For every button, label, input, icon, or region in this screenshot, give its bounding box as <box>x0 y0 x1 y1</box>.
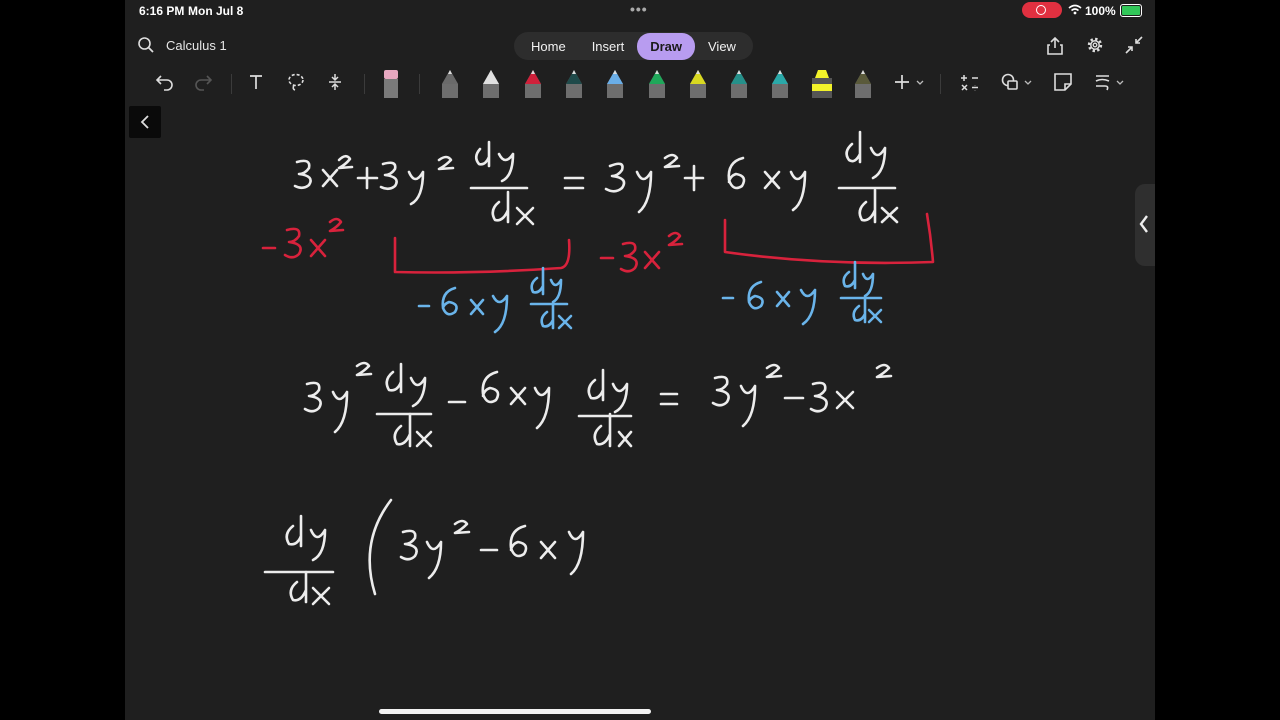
pen-cyan-icon[interactable] <box>769 68 791 100</box>
status-date: Mon Jul 8 <box>188 4 244 18</box>
pen-dark-teal-icon[interactable] <box>563 68 585 100</box>
toolbar-divider <box>419 74 420 94</box>
wifi-icon <box>1068 4 1082 15</box>
ink-white-strokes <box>263 130 899 606</box>
battery-percent: 100% <box>1085 4 1116 18</box>
handwriting-layer <box>261 130 935 606</box>
pen-green-icon[interactable] <box>646 68 668 100</box>
tab-home[interactable]: Home <box>518 33 579 60</box>
shapes-icon[interactable] <box>1000 72 1034 92</box>
ink-to-math-icon[interactable] <box>959 72 981 92</box>
text-tool-icon[interactable] <box>247 72 265 92</box>
share-icon[interactable] <box>1046 36 1064 56</box>
ink-red-strokes <box>261 212 935 274</box>
tab-view[interactable]: View <box>695 33 749 60</box>
status-bar: 6:16 PM Mon Jul 8 ••• 100% <box>125 0 1155 22</box>
pen-teal-icon[interactable] <box>728 68 750 100</box>
toolbar-divider <box>940 74 941 94</box>
redo-icon[interactable] <box>193 72 213 92</box>
lasso-select-icon[interactable] <box>286 72 306 92</box>
pen-olive-icon[interactable] <box>852 68 874 100</box>
notes-app: 6:16 PM Mon Jul 8 ••• 100% Calculus 1 Ho… <box>125 0 1155 720</box>
document-title[interactable]: Calculus 1 <box>166 38 227 53</box>
toolbar-divider <box>364 74 365 94</box>
highlighter-yellow-icon[interactable] <box>811 68 833 100</box>
settings-gear-icon[interactable] <box>1086 36 1104 54</box>
home-indicator[interactable] <box>379 709 651 714</box>
note-canvas[interactable] <box>125 102 1155 720</box>
tab-draw[interactable]: Draw <box>637 32 695 60</box>
pen-yellow-icon[interactable] <box>687 68 709 100</box>
pen-light-blue-icon[interactable] <box>604 68 626 100</box>
collapse-arrows-icon[interactable] <box>1125 36 1143 54</box>
tab-insert[interactable]: Insert <box>579 33 638 60</box>
screen-recording-icon[interactable] <box>1022 2 1062 18</box>
status-time: 6:16 PM <box>139 4 185 18</box>
search-icon[interactable] <box>137 36 155 54</box>
multitasking-dots-icon[interactable]: ••• <box>630 1 648 17</box>
undo-icon[interactable] <box>155 72 175 92</box>
pen-white-icon[interactable] <box>480 68 502 100</box>
battery-icon <box>1120 4 1142 17</box>
add-pen-icon[interactable] <box>893 72 925 92</box>
eraser-icon[interactable] <box>381 68 401 100</box>
pencil-tool-icon[interactable] <box>439 68 461 100</box>
draw-toolbar <box>125 66 1155 102</box>
app-header: Calculus 1 Home Insert Draw View <box>125 26 1155 66</box>
toolbar-divider <box>231 74 232 94</box>
pen-red-icon[interactable] <box>522 68 544 100</box>
insert-space-icon[interactable] <box>326 72 344 92</box>
sticky-note-icon[interactable] <box>1053 72 1073 92</box>
ribbon-tabs: Home Insert Draw View <box>514 32 753 60</box>
ink-options-icon[interactable] <box>1093 72 1127 92</box>
